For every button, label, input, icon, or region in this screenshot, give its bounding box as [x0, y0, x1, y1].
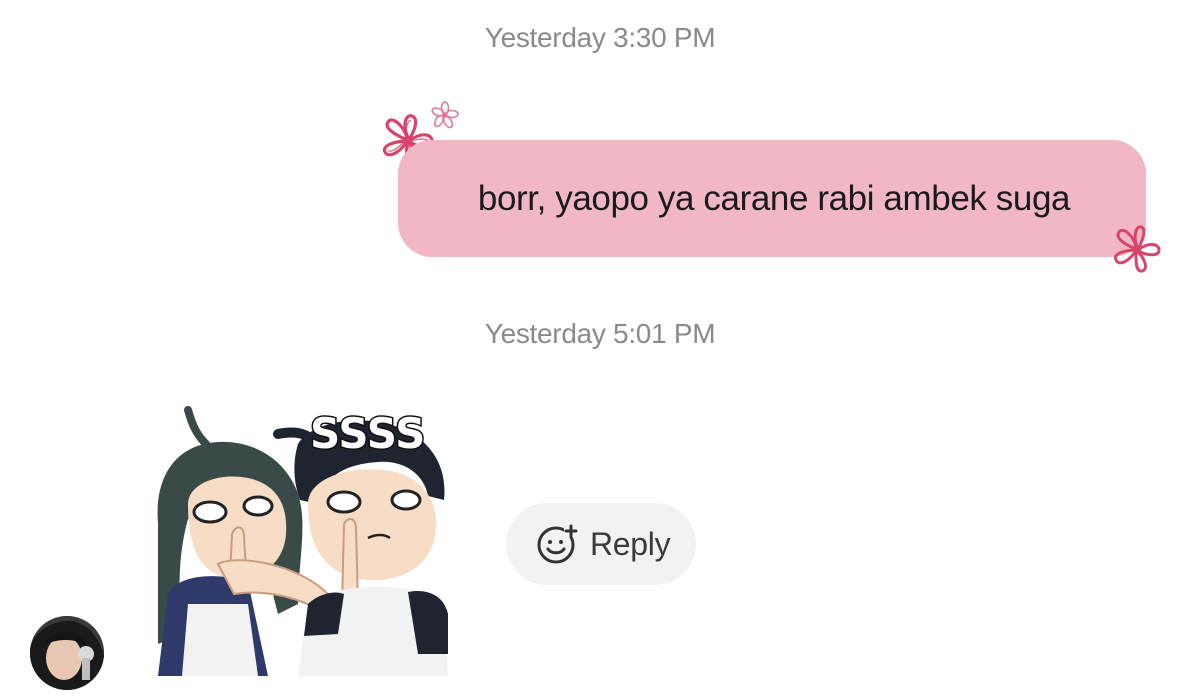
flower-icon: [1113, 225, 1161, 273]
smiley-add-icon: [537, 524, 578, 564]
anime-shush-sticker[interactable]: SSSS: [148, 404, 460, 676]
outgoing-message-bubble[interactable]: borr, yaopo ya carane rabi ambek suga: [398, 140, 1146, 257]
avatar-image: [30, 616, 104, 690]
message-timestamp: Yesterday 5:01 PM: [484, 318, 716, 349]
reply-button[interactable]: Reply: [506, 503, 696, 585]
message-timestamp: Yesterday 3:30 PM: [484, 22, 716, 53]
chat-thread: Yesterday 3:30 PM borr, yaopo ya carane …: [0, 0, 1200, 696]
sticker-caption: SSSS: [310, 409, 425, 458]
flower-icon: [431, 101, 459, 129]
message-text: borr, yaopo ya carane rabi ambek suga: [477, 178, 1071, 218]
reply-label: Reply: [590, 525, 671, 562]
avatar[interactable]: [30, 616, 104, 690]
